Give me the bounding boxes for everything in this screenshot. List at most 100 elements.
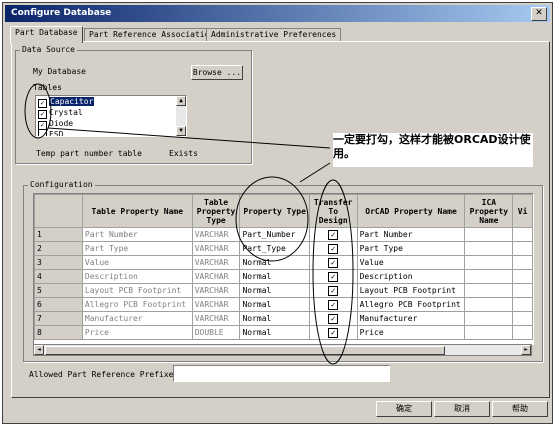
column-header-transfer-to-design[interactable]: Transfer To Design xyxy=(308,194,358,228)
cell-vi[interactable] xyxy=(512,269,533,284)
cell-orcad-property-name[interactable]: Value xyxy=(356,255,466,270)
transfer-checkbox[interactable]: ✓ xyxy=(328,271,339,282)
cell-property-type[interactable]: Normal xyxy=(239,325,310,340)
cell-ica-property-name[interactable] xyxy=(464,311,514,326)
cell-table-property-type[interactable]: VARCHAR xyxy=(191,255,241,270)
cell-table-property-name[interactable]: Manufacturer xyxy=(81,311,193,326)
cell-orcad-property-name[interactable]: Allegro PCB Footprint xyxy=(356,297,466,312)
cell-property-type[interactable]: Normal xyxy=(239,269,310,284)
cell-table-property-name[interactable]: Part Number xyxy=(81,227,193,242)
tab-part-reference-associations[interactable]: Part Reference Associations xyxy=(84,28,225,42)
table-row[interactable]: 5 Layout PCB Footprint VARCHAR Normal ✓ Layou… xyxy=(34,283,533,298)
transfer-checkbox[interactable]: ✓ xyxy=(328,243,339,254)
cell-ica-property-name[interactable] xyxy=(464,325,514,340)
table-row[interactable]: 7 Manufacturer VARCHAR Normal ✓ Manufacturer xyxy=(34,311,533,326)
tables-scrollbar[interactable]: ▲ ▼ xyxy=(176,96,186,136)
cell-property-type[interactable]: Normal xyxy=(239,255,310,270)
cell-transfer-to-design[interactable]: ✓ xyxy=(308,255,358,270)
cell-property-type[interactable]: Normal xyxy=(239,297,310,312)
scrollbar-thumb[interactable] xyxy=(45,346,445,355)
cell-table-property-name[interactable]: Value xyxy=(81,255,193,270)
cell-transfer-to-design[interactable]: ✓ xyxy=(308,241,358,256)
cell-table-property-type[interactable]: DOUBLE xyxy=(191,325,241,340)
cell-vi[interactable] xyxy=(512,283,533,298)
tables-listbox[interactable]: ✓ Capacitor ✓ Crystal ✓ Diode ESD ▲ ▼ xyxy=(35,95,187,137)
table-row[interactable]: 3 Value VARCHAR Normal ✓ Value xyxy=(34,255,533,270)
table-row[interactable]: 6 Allegro PCB Footprint VARCHAR Normal ✓ Alle… xyxy=(34,297,533,312)
cell-property-type[interactable]: Normal xyxy=(239,311,310,326)
transfer-checkbox[interactable]: ✓ xyxy=(328,299,339,310)
cell-table-property-type[interactable]: VARCHAR xyxy=(191,227,241,242)
configuration-grid[interactable]: Table Property Name Table Property Type … xyxy=(33,193,534,345)
cell-orcad-property-name[interactable]: Part Number xyxy=(356,227,466,242)
cell-orcad-property-name[interactable]: Manufacturer xyxy=(356,311,466,326)
cell-transfer-to-design[interactable]: ✓ xyxy=(308,283,358,298)
cell-transfer-to-design[interactable]: ✓ xyxy=(308,297,358,312)
tab-part-database[interactable]: Part Database xyxy=(10,26,83,43)
cell-property-type[interactable]: Normal xyxy=(239,283,310,298)
scroll-left-arrow-icon[interactable]: ◄ xyxy=(34,345,44,355)
cell-transfer-to-design[interactable]: ✓ xyxy=(308,325,358,340)
transfer-checkbox[interactable]: ✓ xyxy=(328,327,339,338)
transfer-checkbox[interactable]: ✓ xyxy=(328,229,339,240)
cancel-button[interactable]: 取消 xyxy=(434,401,490,417)
cell-vi[interactable] xyxy=(512,297,533,312)
transfer-checkbox[interactable]: ✓ xyxy=(328,285,339,296)
list-item[interactable]: ESD xyxy=(36,129,186,136)
table-row[interactable]: 4 Description VARCHAR Normal ✓ Description xyxy=(34,269,533,284)
cell-table-property-type[interactable]: VARCHAR xyxy=(191,297,241,312)
cell-orcad-property-name[interactable]: Description xyxy=(356,269,466,284)
browse-button[interactable]: Browse ... xyxy=(191,65,243,80)
cell-vi[interactable] xyxy=(512,325,533,340)
cell-transfer-to-design[interactable]: ✓ xyxy=(308,227,358,242)
list-item[interactable]: ✓ Crystal xyxy=(36,107,186,119)
table-row[interactable]: 8 Price DOUBLE Normal ✓ Price xyxy=(34,325,533,340)
cell-table-property-type[interactable]: VARCHAR xyxy=(191,269,241,284)
cell-ica-property-name[interactable] xyxy=(464,297,514,312)
cell-orcad-property-name[interactable]: Part Type xyxy=(356,241,466,256)
cell-orcad-property-name[interactable]: Layout PCB Footprint xyxy=(356,283,466,298)
cell-table-property-name[interactable]: Allegro PCB Footprint xyxy=(81,297,193,312)
transfer-checkbox[interactable]: ✓ xyxy=(328,257,339,268)
cell-vi[interactable] xyxy=(512,227,533,242)
cell-property-type[interactable]: Part_Type xyxy=(239,241,310,256)
cell-ica-property-name[interactable] xyxy=(464,241,514,256)
transfer-checkbox[interactable]: ✓ xyxy=(328,313,339,324)
scroll-right-arrow-icon[interactable]: ► xyxy=(521,345,531,355)
cell-ica-property-name[interactable] xyxy=(464,227,514,242)
column-header-property-type[interactable]: Property Type xyxy=(239,194,310,228)
cell-table-property-name[interactable]: Description xyxy=(81,269,193,284)
cell-ica-property-name[interactable] xyxy=(464,283,514,298)
ok-button[interactable]: 确定 xyxy=(376,401,432,417)
column-header-table-property-type[interactable]: Table Property Type xyxy=(191,194,241,228)
cell-table-property-name[interactable]: Part Type xyxy=(81,241,193,256)
cell-orcad-property-name[interactable]: Price xyxy=(356,325,466,340)
cell-property-type[interactable]: Part_Number xyxy=(239,227,310,242)
column-header-ica-property-name[interactable]: ICA Property Name xyxy=(464,194,514,228)
scroll-up-arrow-icon[interactable]: ▲ xyxy=(176,96,186,106)
scroll-down-arrow-icon[interactable]: ▼ xyxy=(176,126,186,136)
help-button[interactable]: 帮助 xyxy=(492,401,548,417)
cell-table-property-type[interactable]: VARCHAR xyxy=(191,241,241,256)
cell-ica-property-name[interactable] xyxy=(464,269,514,284)
cell-table-property-type[interactable]: VARCHAR xyxy=(191,311,241,326)
title-bar[interactable]: Configure Database ✕ xyxy=(5,5,550,22)
column-header-table-property-name[interactable]: Table Property Name xyxy=(81,194,193,228)
close-button[interactable]: ✕ xyxy=(531,7,547,21)
cell-ica-property-name[interactable] xyxy=(464,255,514,270)
table-checkbox[interactable] xyxy=(38,129,47,136)
column-header-orcad-property-name[interactable]: OrCAD Property Name xyxy=(356,194,466,228)
cell-table-property-name[interactable]: Price xyxy=(81,325,193,340)
column-header-vi[interactable]: Vi xyxy=(512,194,533,228)
configuration-horizontal-scrollbar[interactable]: ◄ ► xyxy=(33,344,532,356)
cell-table-property-name[interactable]: Layout PCB Footprint xyxy=(81,283,193,298)
cell-vi[interactable] xyxy=(512,255,533,270)
cell-table-property-type[interactable]: VARCHAR xyxy=(191,283,241,298)
table-row[interactable]: 1 Part Number VARCHAR Part_Number ✓ Part Numb… xyxy=(34,227,533,242)
cell-vi[interactable] xyxy=(512,241,533,256)
cell-transfer-to-design[interactable]: ✓ xyxy=(308,269,358,284)
table-row[interactable]: 2 Part Type VARCHAR Part_Type ✓ Part Type xyxy=(34,241,533,256)
allowed-prefixes-input[interactable] xyxy=(173,365,390,382)
cell-vi[interactable] xyxy=(512,311,533,326)
tab-administrative-preferences[interactable]: Administrative Preferences xyxy=(206,28,342,42)
